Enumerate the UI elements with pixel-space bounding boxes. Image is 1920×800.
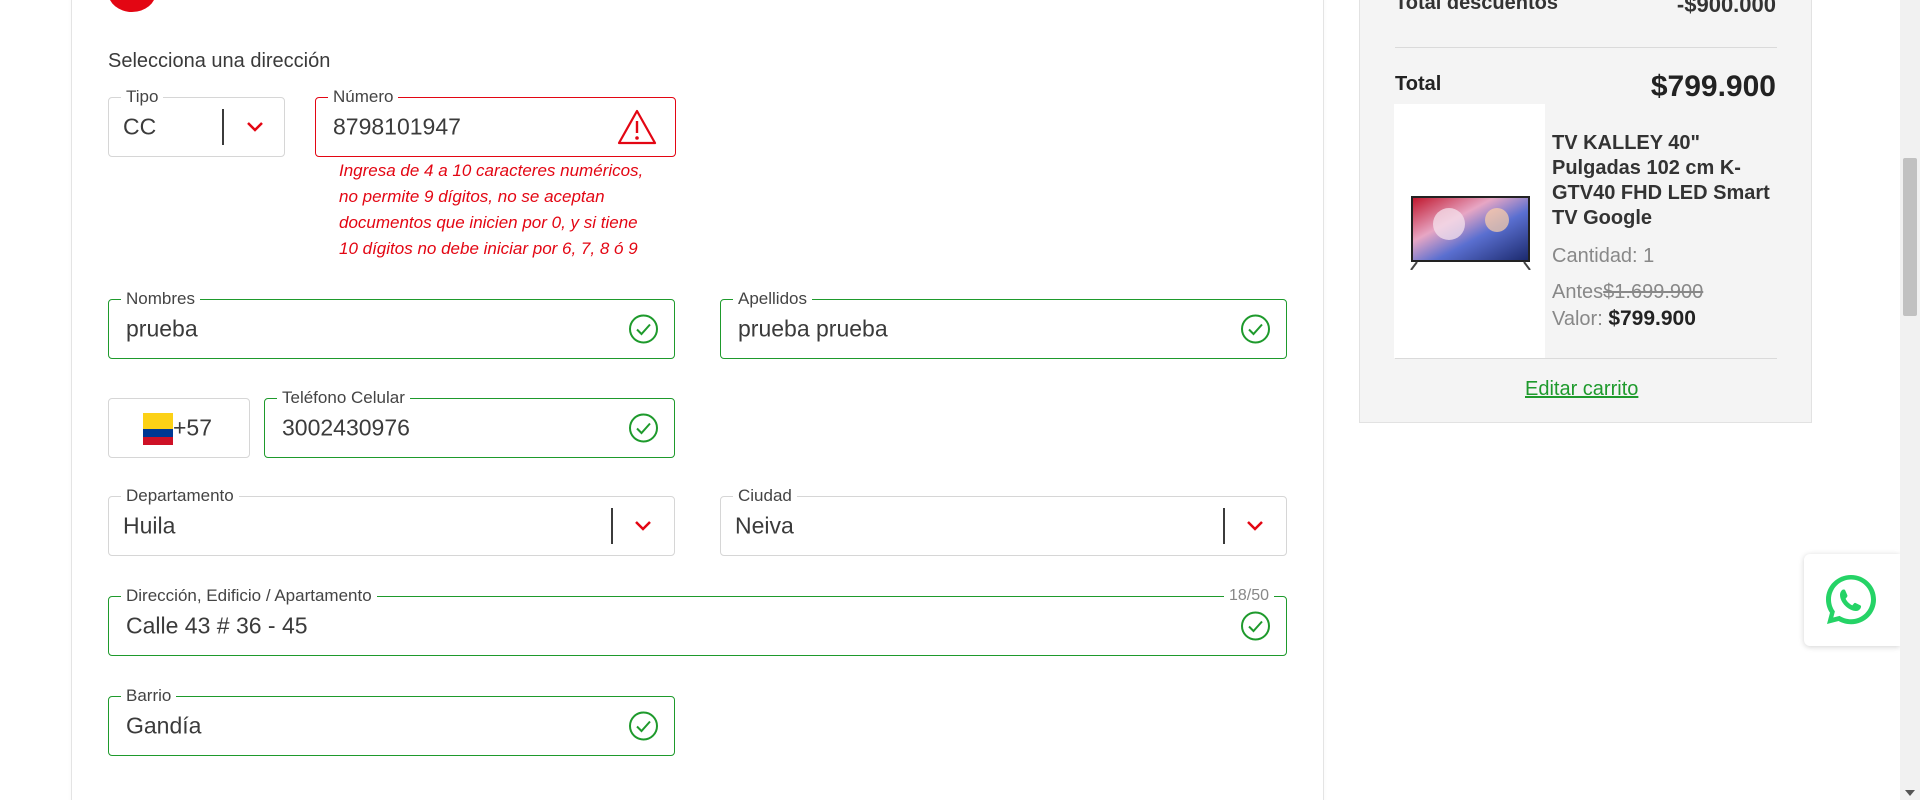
first-name-input[interactable]: Nombres prueba	[108, 289, 675, 359]
neighborhood-value: Gandía	[126, 712, 202, 739]
department-select[interactable]: Departamento Huila	[108, 486, 675, 556]
before-label: Antes	[1552, 281, 1604, 303]
check-circle-icon	[1241, 314, 1270, 344]
chevron-down-icon	[247, 122, 263, 132]
city-value: Neiva	[735, 512, 794, 539]
last-name-label: Apellidos	[733, 289, 812, 309]
tv-thumbnail-icon	[1410, 196, 1531, 270]
product-before-price: Antes$1.699.900	[1552, 281, 1703, 304]
error-line: no permite 9 dígitos, no se aceptan	[339, 187, 605, 206]
doc-type-select[interactable]: Tipo CC	[108, 87, 285, 157]
check-circle-icon	[1241, 611, 1270, 641]
divider	[1395, 358, 1777, 359]
address-label: Dirección, Edificio / Apartamento	[121, 586, 377, 606]
before-price-value: $1.699.900	[1603, 281, 1704, 303]
department-label: Departamento	[121, 486, 239, 506]
city-select[interactable]: Ciudad Neiva	[720, 486, 1287, 556]
doc-number-input[interactable]: Número 8798101947	[315, 87, 676, 157]
divider	[1395, 47, 1777, 48]
total-value: $799.900	[1650, 70, 1776, 103]
product-image[interactable]	[1394, 104, 1545, 358]
section-title: Selecciona una dirección	[108, 50, 331, 72]
discount-label: Total descuentos	[1395, 0, 1558, 14]
select-separator	[1223, 508, 1225, 544]
first-name-value: prueba	[126, 315, 198, 342]
error-line: documentos que inicien por 0, y si tiene	[339, 213, 638, 232]
whatsapp-icon	[1826, 575, 1876, 625]
first-name-label: Nombres	[121, 289, 200, 309]
discount-value: -$900.000	[1676, 0, 1776, 17]
product-value-price: Valor: $799.900	[1552, 307, 1696, 331]
address-char-counter: 18/50	[1223, 586, 1274, 606]
phone-label: Teléfono Celular	[277, 388, 410, 408]
warning-icon	[617, 109, 657, 145]
doc-number-value: 8798101947	[333, 113, 461, 140]
chevron-down-icon	[1247, 521, 1263, 531]
edit-cart-link[interactable]: Editar carrito	[1525, 378, 1638, 401]
doc-type-label: Tipo	[121, 87, 164, 107]
page-scrollbar[interactable]	[1900, 0, 1920, 800]
phone-value: 3002430976	[282, 414, 410, 441]
phone-prefix-select[interactable]: +57	[108, 398, 250, 458]
check-circle-icon	[629, 413, 658, 443]
error-line: Ingresa de 4 a 10 caracteres numéricos,	[339, 161, 644, 180]
value-label: Valor:	[1552, 308, 1609, 330]
select-separator	[222, 109, 224, 145]
last-name-input[interactable]: Apellidos prueba prueba	[720, 289, 1287, 359]
total-label: Total	[1395, 73, 1442, 95]
check-circle-icon	[629, 314, 658, 344]
address-input[interactable]: Dirección, Edificio / Apartamento 18/50 …	[108, 586, 1287, 656]
chevron-down-icon	[635, 521, 651, 531]
doc-type-value: CC	[123, 113, 157, 140]
doc-number-error: Ingresa de 4 a 10 caracteres numéricos, …	[339, 158, 679, 262]
neighborhood-input[interactable]: Barrio Gandía	[108, 686, 675, 756]
select-separator	[611, 508, 613, 544]
last-name-value: prueba prueba	[738, 315, 888, 342]
neighborhood-label: Barrio	[121, 686, 177, 706]
check-circle-icon	[629, 711, 658, 741]
error-line: 10 dígitos no debe iniciar por 6, 7, 8 ó…	[339, 239, 638, 258]
product-quantity: Cantidad: 1	[1552, 245, 1655, 267]
city-label: Ciudad	[733, 486, 797, 506]
colombia-flag-icon	[143, 413, 173, 445]
phone-prefix-value: +57	[173, 414, 213, 441]
phone-input[interactable]: Teléfono Celular 3002430976	[264, 388, 675, 458]
value-price: $799.900	[1608, 307, 1696, 330]
department-value: Huila	[123, 512, 176, 539]
scroll-down-arrow-icon[interactable]	[1905, 790, 1915, 796]
whatsapp-button[interactable]	[1804, 554, 1900, 646]
address-value: Calle 43 # 36 - 45	[126, 612, 308, 639]
doc-number-label: Número	[328, 87, 399, 107]
product-name[interactable]: TV KALLEY 40" Pulgadas 102 cm K-GTV40 FH…	[1552, 131, 1777, 231]
scrollbar-thumb[interactable]	[1903, 158, 1917, 316]
